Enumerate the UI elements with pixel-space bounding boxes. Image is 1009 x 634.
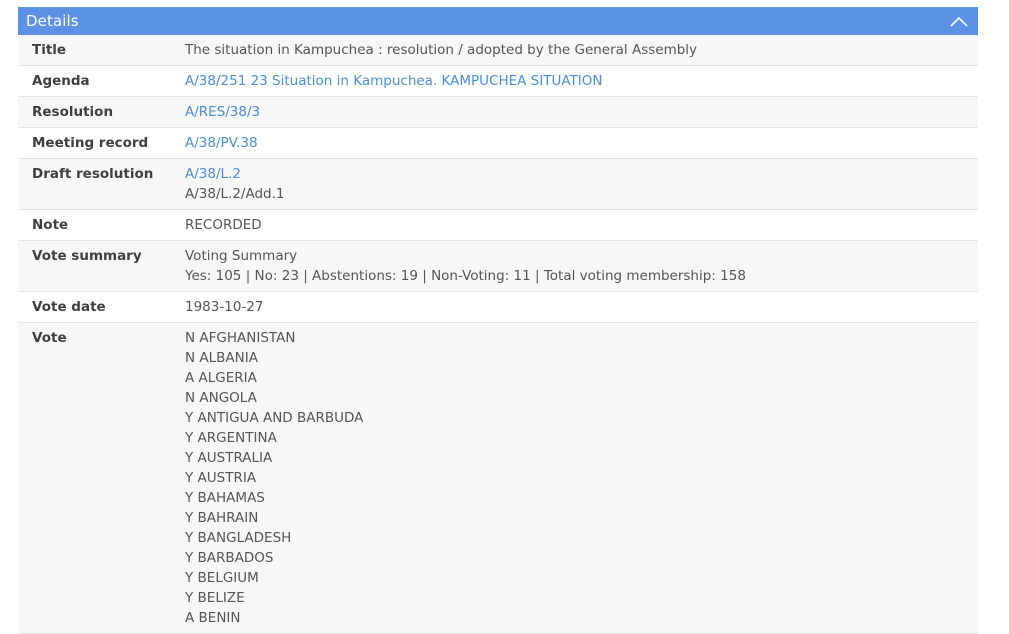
details-panel: Details Title The situation in Kampuchea… (18, 7, 978, 634)
row-value: A/38/251 23 Situation in Kampuchea. KAMP… (185, 66, 978, 97)
vote-entry: Y BAHAMAS (185, 490, 265, 506)
row-value: N AFGHANISTAN N ALBANIA A ALGERIA N ANGO… (185, 323, 978, 634)
vote-entry: A BENIN (185, 610, 241, 626)
detail-row-meeting-record: Meeting record A/38/PV.38 (18, 128, 978, 159)
row-label: Resolution (32, 104, 114, 120)
draft-resolution-link[interactable]: A/38/L.2 (185, 164, 978, 184)
row-label: Meeting record (32, 135, 149, 151)
vote-entry: Y AUSTRALIA (185, 450, 273, 466)
vote-list: N AFGHANISTAN N ALBANIA A ALGERIA N ANGO… (185, 328, 978, 628)
vote-entry: N ALBANIA (185, 350, 258, 366)
row-label: Title (32, 42, 67, 58)
detail-row-title: Title The situation in Kampuchea : resol… (18, 35, 978, 66)
row-value: Voting Summary Yes: 105 | No: 23 | Abste… (185, 241, 978, 292)
row-value: A/RES/38/3 (185, 97, 978, 128)
vote-entry: Y BELGIUM (185, 570, 259, 586)
draft-resolution-addendum: A/38/L.2/Add.1 (185, 186, 285, 202)
vote-summary-detail: Yes: 105 | No: 23 | Abstentions: 19 | No… (185, 268, 746, 284)
detail-row-draft-resolution: Draft resolution A/38/L.2 A/38/L.2/Add.1 (18, 158, 978, 210)
vote-entry: Y ARGENTINA (185, 430, 277, 446)
row-value: RECORDED (185, 217, 262, 233)
row-label: Vote summary (32, 248, 142, 264)
detail-row-vote-date: Vote date 1983-10-27 (18, 292, 978, 323)
panel-title: Details (26, 12, 79, 30)
vote-entry: Y AUSTRIA (185, 470, 257, 486)
vote-entry: N ANGOLA (185, 390, 257, 406)
row-value: A/38/L.2 A/38/L.2/Add.1 (185, 159, 978, 210)
detail-row-vote: Vote N AFGHANISTAN N ALBANIA A ALGERIA N… (18, 322, 978, 634)
row-label: Agenda (32, 73, 90, 89)
vote-summary-heading: Voting Summary (185, 248, 298, 264)
vote-entry: A ALGERIA (185, 370, 257, 386)
meeting-record-link[interactable]: A/38/PV.38 (185, 135, 258, 151)
row-label: Vote date (32, 299, 106, 315)
vote-entry: Y BELIZE (185, 590, 245, 606)
details-table: Title The situation in Kampuchea : resol… (18, 35, 978, 634)
row-label: Draft resolution (32, 166, 154, 182)
row-value: A/38/PV.38 (185, 128, 978, 159)
resolution-link[interactable]: A/RES/38/3 (185, 104, 260, 120)
detail-row-vote-summary: Vote summary Voting Summary Yes: 105 | N… (18, 240, 978, 292)
vote-entry: Y BANGLADESH (185, 530, 292, 546)
detail-row-agenda: Agenda A/38/251 23 Situation in Kampuche… (18, 66, 978, 97)
vote-entry: N AFGHANISTAN (185, 330, 296, 346)
agenda-link[interactable]: A/38/251 23 Situation in Kampuchea. KAMP… (185, 73, 603, 89)
row-label: Vote (32, 330, 67, 346)
row-value: 1983-10-27 (185, 299, 264, 315)
vote-entry: Y BAHRAIN (185, 510, 259, 526)
vote-entry: Y ANTIGUA AND BARBUDA (185, 410, 364, 426)
details-panel-header[interactable]: Details (18, 7, 978, 35)
detail-row-resolution: Resolution A/RES/38/3 (18, 96, 978, 128)
vote-entry: Y BARBADOS (185, 550, 274, 566)
detail-row-note: Note RECORDED (18, 210, 978, 241)
row-label: Note (32, 217, 69, 233)
chevron-up-icon[interactable] (950, 14, 968, 28)
row-value: The situation in Kampuchea : resolution … (185, 42, 698, 58)
